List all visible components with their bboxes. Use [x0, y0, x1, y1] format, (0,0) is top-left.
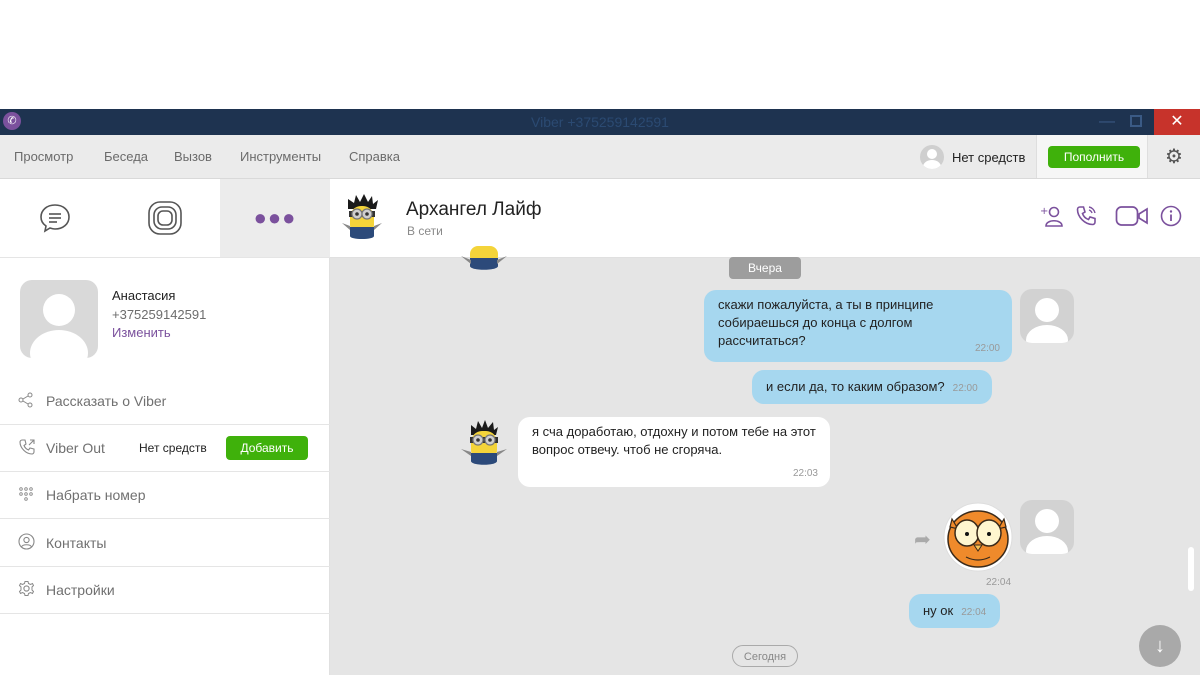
contact-name: Архангел Лайф [406, 199, 542, 220]
topup-button[interactable]: Пополнить [1048, 146, 1140, 168]
message-text: скажи пожалуйста, а ты в принципе собира… [718, 297, 934, 348]
chat-pane: Архангел Лайф В сети + Вчера скажи пожал… [330, 179, 1200, 675]
contact-avatar-small [461, 420, 507, 465]
date-separator-today: Сегодня [732, 645, 798, 667]
message-time: 22:00 [952, 383, 978, 394]
scroll-down-button[interactable]: ↓ [1139, 625, 1181, 667]
topup-area: Пополнить [1036, 135, 1148, 178]
sidebar-item-share[interactable]: Рассказать о Viber [0, 378, 330, 425]
sidebar-item-label: Набрать номер [46, 487, 146, 503]
contacts-icon [18, 533, 40, 553]
profile-name: Анастасия [112, 288, 176, 303]
contact-avatar[interactable] [340, 193, 384, 243]
menu-bar: Просмотр Беседа Вызов Инструменты Справк… [0, 135, 1200, 179]
tab-chats[interactable] [0, 179, 110, 257]
account-avatar [920, 145, 944, 169]
account-balance[interactable]: Нет средств [920, 143, 1025, 171]
message-bubble-outgoing[interactable]: и если да, то каким образом? 22:00 [752, 370, 992, 404]
message-list: Вчера скажи пожалуйста, а ты в принципе … [330, 246, 1200, 675]
public-accounts-icon [148, 201, 182, 235]
more-icon: ●●● [253, 205, 297, 230]
share-icon [18, 392, 40, 411]
balance-label: Нет средств [952, 149, 1026, 165]
message-time: 22:00 [974, 343, 1000, 354]
sidebar-item-viber-out[interactable]: Viber Out Нет средств Добавить [0, 425, 330, 472]
profile-phone: +375259142591 [112, 307, 207, 322]
phone-out-icon [18, 438, 40, 459]
svg-text:+: + [1040, 206, 1048, 217]
minimize-button[interactable]: — [1094, 109, 1120, 135]
viber-out-balance: Нет средств [139, 441, 207, 455]
message-text: я сча доработаю, отдохну и потом тебе на… [532, 424, 816, 457]
tab-public-accounts[interactable] [110, 179, 220, 257]
message-text: и если да, то каким образом? [766, 379, 945, 394]
window-title: Viber +375259142591 [531, 114, 669, 130]
menu-tools[interactable]: Инструменты [240, 149, 321, 164]
contact-status: В сети [407, 224, 443, 238]
menu-help[interactable]: Справка [349, 149, 400, 164]
sidebar: ●●● Анастасия +375259142591 Изменить Рас… [0, 179, 330, 675]
maximize-button[interactable] [1130, 115, 1142, 127]
menu-conversation[interactable]: Беседа [104, 149, 148, 164]
tab-more[interactable]: ●●● [220, 179, 330, 257]
message-text: ну ок [923, 603, 954, 618]
profile-card: Анастасия +375259142591 Изменить [0, 258, 330, 368]
message-bubble-outgoing[interactable]: ну ок 22:04 [909, 594, 1001, 628]
message-time: 22:04 [961, 607, 987, 618]
menu-view[interactable]: Просмотр [14, 149, 73, 164]
message-bubble-incoming[interactable]: я сча доработаю, отдохну и потом тебе на… [518, 417, 830, 487]
sidebar-item-dial[interactable]: Набрать номер [0, 472, 330, 519]
message-bubble-outgoing[interactable]: скажи пожалуйста, а ты в принципе собира… [704, 290, 1012, 362]
message-time: 22:03 [792, 468, 818, 479]
sidebar-item-label: Контакты [46, 535, 107, 551]
my-avatar [1020, 289, 1074, 343]
contact-avatar-small [461, 246, 507, 270]
chat-icon [40, 204, 70, 233]
sidebar-item-label: Настройки [46, 582, 115, 598]
profile-edit-link[interactable]: Изменить [112, 325, 171, 340]
profile-avatar[interactable] [20, 280, 98, 358]
sidebar-item-settings[interactable]: Настройки [0, 567, 330, 614]
sticker-time: 22:04 [986, 577, 1012, 588]
settings-gear-icon [18, 580, 40, 600]
sidebar-tabs: ●●● [0, 179, 330, 258]
menu-call[interactable]: Вызов [174, 149, 212, 164]
window-titlebar: ✆ Viber +375259142591 — ✕ [0, 109, 1200, 135]
date-separator-yesterday: Вчера [729, 257, 801, 279]
sidebar-item-contacts[interactable]: Контакты [0, 520, 330, 567]
blank-area-above-window [0, 0, 1200, 109]
forward-icon[interactable]: ➦ [914, 527, 931, 552]
scrollbar-thumb[interactable] [1188, 547, 1194, 591]
owl-sticker[interactable] [942, 501, 1014, 573]
info-icon[interactable] [1160, 205, 1182, 233]
add-participant-icon[interactable]: + [1040, 205, 1064, 233]
call-icon[interactable] [1075, 205, 1099, 233]
gear-icon[interactable]: ⚙ [1163, 146, 1185, 168]
sidebar-item-label: Рассказать о Viber [46, 393, 167, 409]
my-avatar [1020, 500, 1074, 554]
sidebar-item-label: Viber Out [46, 440, 105, 456]
video-call-icon[interactable] [1115, 205, 1149, 233]
viber-out-add-button[interactable]: Добавить [226, 436, 308, 460]
close-button[interactable]: ✕ [1154, 109, 1200, 135]
dialpad-icon [18, 486, 40, 505]
